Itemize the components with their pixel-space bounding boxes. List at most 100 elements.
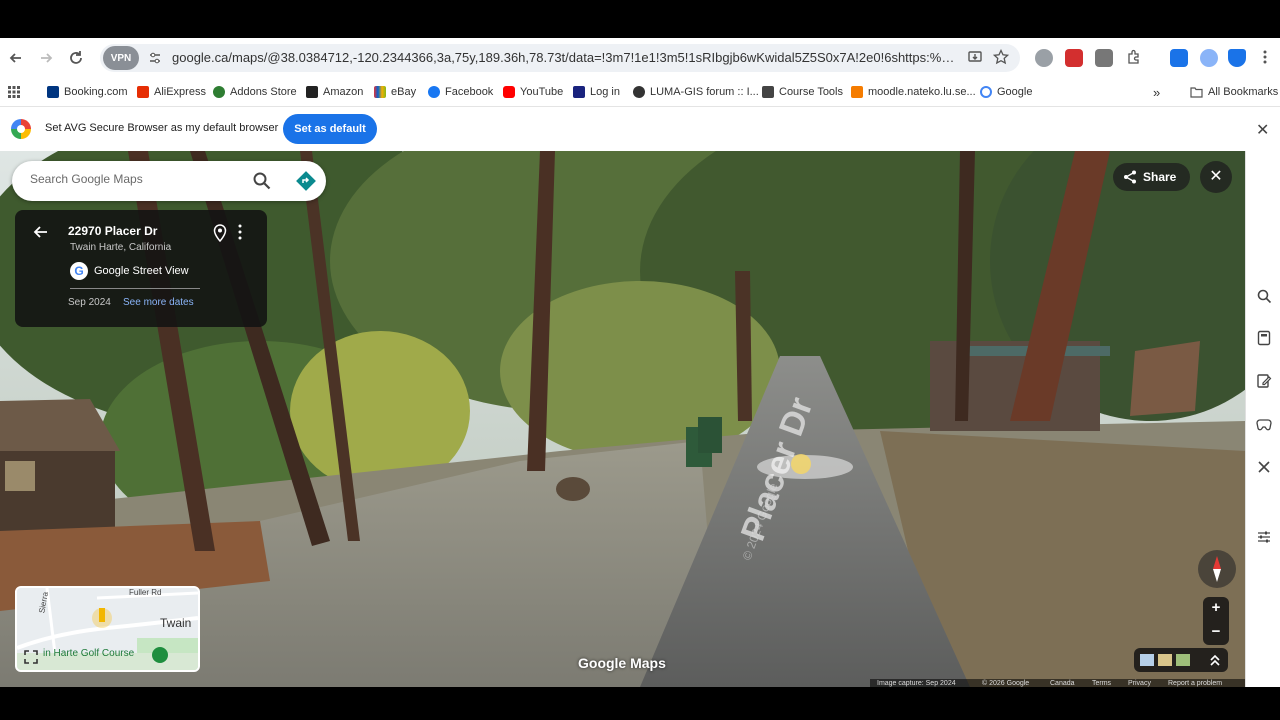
bookmark-log-in[interactable]: Log in (573, 83, 620, 101)
bookmark-label: Google (997, 86, 1033, 98)
google-logo-icon: G (70, 262, 88, 280)
aliexpress-icon (137, 86, 149, 98)
back-arrow-icon[interactable] (6, 48, 26, 68)
lens-search-icon[interactable] (1256, 288, 1272, 304)
bookmarks-bar: Booking.com AliExpress Addons Store Amaz… (0, 78, 1280, 106)
bookmarks-overflow-chevron-icon[interactable]: » (1153, 83, 1160, 101)
bookmark-label: YouTube (520, 86, 564, 98)
search-icon[interactable] (252, 171, 272, 191)
close-street-view-button[interactable]: ✕ (1200, 161, 1232, 193)
place-title: 22970 Placer Dr (68, 224, 158, 238)
share-icon (1124, 170, 1136, 184)
site-info-icon[interactable] (148, 51, 162, 65)
sliders-icon[interactable] (1256, 529, 1272, 545)
zoom-controls: + − (1203, 597, 1229, 645)
extension-video-icon[interactable] (1095, 49, 1113, 67)
security-shield-icon[interactable] (1228, 49, 1246, 67)
folder-icon (1190, 87, 1203, 98)
share-label: Share (1143, 170, 1177, 184)
install-app-icon[interactable] (966, 49, 984, 67)
extension-shield-icon[interactable] (1065, 49, 1083, 67)
zoom-in-button[interactable]: + (1203, 597, 1229, 621)
bookmark-label: Booking.com (64, 86, 128, 98)
imagery-source: Google Street View (94, 265, 189, 277)
extensions-puzzle-icon[interactable] (1125, 49, 1143, 67)
notes-edit-icon[interactable] (1256, 373, 1272, 389)
search-input[interactable] (30, 172, 230, 186)
expand-icon[interactable] (24, 650, 38, 664)
bookmark-youtube[interactable]: YouTube (503, 83, 563, 101)
layer-thumb-satellite[interactable] (1176, 654, 1190, 666)
gamepad-icon[interactable] (1256, 416, 1272, 432)
infobar-message: Set AVG Secure Browser as my default bro… (45, 122, 279, 134)
bookmark-google[interactable]: Google (980, 83, 1032, 101)
profile-avatar[interactable] (1200, 49, 1218, 67)
set-as-default-button[interactable]: Set as default (283, 114, 377, 144)
see-more-dates-link[interactable]: See more dates (123, 297, 194, 308)
bookmark-luma-gis[interactable]: LUMA-GIS forum :: I... (633, 83, 759, 101)
bookmark-label: moodle.nateko.lu.se... (868, 86, 976, 98)
extension-gear-icon[interactable] (1035, 49, 1053, 67)
bookmark-moodle[interactable]: moodle.nateko.lu.se... (851, 83, 976, 101)
compass-icon[interactable] (1198, 550, 1236, 588)
back-arrow-icon[interactable] (33, 224, 49, 245)
layers-control[interactable] (1134, 648, 1228, 672)
addons-store-icon (213, 86, 225, 98)
globe-icon (633, 86, 645, 98)
bookmark-star-icon[interactable] (992, 48, 1010, 67)
bookmark-amazon[interactable]: Amazon (306, 83, 363, 101)
sidebar-panel-icon[interactable] (1170, 49, 1188, 67)
apps-grid-icon[interactable] (8, 83, 20, 101)
chevron-up-icon[interactable] (1208, 652, 1222, 668)
bookmark-label: LUMA-GIS forum :: I... (650, 86, 759, 98)
capture-date: Sep 2024 (68, 297, 111, 308)
url-text[interactable]: google.ca/maps/@38.0384712,-120.2344366,… (172, 50, 956, 65)
bookmark-course-tools[interactable]: Course Tools (762, 83, 843, 101)
location-pin-icon[interactable] (213, 224, 227, 243)
letterbox-bottom (0, 687, 1280, 720)
bookmark-label: Facebook (445, 86, 494, 98)
log-in-icon (573, 86, 585, 98)
tools-icon[interactable] (1256, 459, 1272, 475)
all-bookmarks-button[interactable]: All Bookmarks (1190, 83, 1278, 101)
calculator-icon[interactable] (1256, 330, 1272, 346)
bookmark-label: Log in (590, 86, 620, 98)
avg-logo-icon (11, 119, 31, 139)
facebook-icon (428, 86, 440, 98)
share-button[interactable]: Share (1113, 163, 1190, 191)
directions-icon[interactable] (295, 170, 317, 192)
course-tools-icon (762, 86, 774, 98)
divider (70, 288, 200, 289)
layer-thumb-terrain[interactable] (1158, 654, 1172, 666)
moodle-icon (851, 86, 863, 98)
bookmark-label: Course Tools (779, 86, 843, 98)
minimap-golf-label: in Harte Golf Course (43, 648, 135, 659)
minimap[interactable]: Fuller Rd Sierra Twain in Harte Golf Cou… (15, 586, 200, 672)
default-browser-infobar: Set AVG Secure Browser as my default bro… (0, 106, 1280, 151)
layer-thumb-map[interactable] (1140, 654, 1154, 666)
forward-arrow-icon[interactable] (36, 48, 56, 68)
bookmark-label: eBay (391, 86, 417, 98)
amazon-icon (306, 86, 318, 98)
more-options-icon[interactable] (235, 224, 245, 240)
menu-kebab-icon[interactable] (1256, 49, 1274, 67)
minimap-place-label: Twain (160, 616, 192, 630)
all-bookmarks-label: All Bookmarks (1208, 86, 1279, 98)
reload-icon[interactable] (66, 48, 86, 68)
youtube-icon (503, 86, 515, 98)
browser-toolbar: VPN google.ca/maps/@38.0384712,-120.2344… (0, 38, 1280, 78)
close-icon[interactable]: ✕ (1256, 120, 1269, 140)
bookmark-booking[interactable]: Booking.com (47, 83, 128, 101)
place-info-card: 22970 Placer Dr Twain Harte, California … (15, 210, 267, 327)
bookmark-facebook[interactable]: Facebook (428, 83, 493, 101)
google-maps-watermark: Google Maps (578, 655, 666, 671)
zoom-out-button[interactable]: − (1203, 621, 1229, 645)
bookmark-ebay[interactable]: eBay (374, 83, 416, 101)
bookmark-aliexpress[interactable]: AliExpress (137, 83, 206, 101)
bookmark-addons-store[interactable]: Addons Store (213, 83, 297, 101)
right-sidebar (1245, 151, 1280, 687)
place-subtitle: Twain Harte, California (70, 242, 172, 253)
vpn-button[interactable]: VPN (103, 46, 139, 70)
ebay-icon (374, 86, 386, 98)
google-icon (980, 86, 992, 98)
